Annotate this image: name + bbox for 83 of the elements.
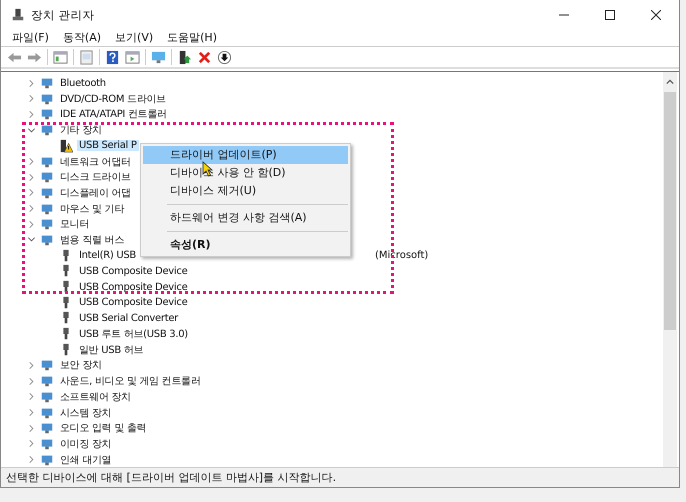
device-update-icon[interactable]: [177, 50, 192, 65]
chevron-right-icon[interactable]: [27, 220, 36, 229]
menu-item[interactable]: 하드웨어 변경 사항 검색(A): [143, 209, 348, 228]
tree-item[interactable]: USB Composite Device: [77, 297, 190, 308]
device-icon: [40, 374, 54, 388]
chevron-right-icon[interactable]: [27, 360, 36, 370]
download-circle-icon[interactable]: [217, 50, 232, 65]
device-icon: [40, 154, 54, 169]
scrollbar[interactable]: [663, 72, 677, 468]
tree-item[interactable]: USB Composite Device: [77, 282, 190, 293]
device-icon: [40, 406, 54, 420]
chevron-right-icon[interactable]: [27, 172, 36, 182]
chevron-right-icon[interactable]: [27, 94, 36, 104]
scrollbar-thumb[interactable]: [664, 92, 676, 330]
panel-icon[interactable]: [125, 50, 140, 65]
device-icon: [40, 76, 54, 90]
status-text: 선택한 디바이스에 대해 [드라이버 업데이트 마법사]를 시작합니다.: [6, 470, 336, 486]
maximize-icon: [605, 10, 615, 20]
device-icon: [40, 170, 54, 184]
chevron-right-icon[interactable]: [27, 455, 36, 464]
monitor-icon[interactable]: [151, 50, 166, 65]
chevron-right-icon[interactable]: [27, 392, 36, 402]
help-icon[interactable]: [105, 50, 120, 65]
close-icon: [651, 10, 661, 20]
chevron-right-icon[interactable]: [27, 110, 36, 119]
menu-item[interactable]: 드라이버 업데이트(P): [143, 146, 348, 164]
device-icon: [40, 436, 54, 451]
tree-item[interactable]: IDE ATA/ATAPI 컨트롤러: [58, 107, 169, 122]
menu-item[interactable]: 보기(V): [115, 30, 154, 46]
chevron-right-icon[interactable]: [27, 424, 36, 433]
tree-item[interactable]: 소프트웨어 장치: [58, 390, 133, 404]
tree-item[interactable]: 모니터: [58, 217, 92, 232]
tree-item[interactable]: 인쇄 대기열: [58, 452, 114, 467]
tree-item[interactable]: 사운드, 비디오 및 게임 컨트롤러: [58, 374, 202, 388]
window-title: 장치 관리자: [31, 8, 95, 22]
device-icon: [40, 123, 54, 138]
chevron-right-icon[interactable]: [27, 376, 36, 386]
tree-item[interactable]: 범용 직렬 버스: [58, 232, 126, 247]
device-icon: [40, 358, 54, 372]
menu-item[interactable]: 디바이스 제거(U): [143, 182, 348, 200]
tree-item[interactable]: 마우스 및 기타: [58, 202, 126, 216]
device-icon: [40, 421, 54, 436]
device-icon: [40, 452, 54, 467]
tree-item[interactable]: 네트워크 어댑터: [58, 154, 133, 169]
tree-item[interactable]: USB 루트 허브(USB 3.0): [77, 327, 190, 342]
tree-item[interactable]: USB Serial Converter: [77, 312, 180, 324]
device-icon: [40, 202, 54, 216]
tree-item[interactable]: Bluetooth: [58, 78, 108, 89]
tree-item[interactable]: 일반 USB 허브: [77, 342, 146, 357]
chevron-right-icon[interactable]: [27, 408, 36, 418]
tree-item[interactable]: Intel(R) USB: [77, 250, 138, 262]
chevron-right-icon[interactable]: [27, 439, 36, 448]
tree-item[interactable]: 시스템 장치: [58, 406, 114, 420]
menu-item[interactable]: 동작(A): [62, 30, 102, 46]
delete-x-icon[interactable]: [197, 50, 212, 65]
device-icon: [40, 232, 54, 247]
chevron-right-icon[interactable]: [27, 188, 36, 198]
tree-item[interactable]: 디스플레이 어댑: [58, 186, 133, 200]
tree-item[interactable]: 기타 장치: [58, 123, 104, 138]
tree-item-text: (Microsoft): [375, 250, 428, 262]
device-icon: [40, 186, 54, 200]
menu-item[interactable]: 파일(F): [12, 30, 49, 46]
tree-item[interactable]: 보안 장치: [58, 358, 104, 372]
chevron-right-icon[interactable]: [27, 157, 36, 166]
scroll-up-icon[interactable]: [666, 79, 674, 86]
tree-item[interactable]: DVD/CD-ROM 드라이브: [58, 92, 168, 106]
chevron-right-icon[interactable]: [27, 204, 36, 214]
device-icon: [40, 107, 54, 122]
menu-item[interactable]: 속성(R): [143, 236, 348, 254]
menu-item[interactable]: 도움말(H): [167, 30, 217, 46]
document-icon[interactable]: [79, 50, 94, 65]
panel-icon[interactable]: [53, 50, 68, 65]
computer-icon: [11, 8, 25, 22]
tree-item[interactable]: 이미징 장치: [58, 436, 114, 451]
tree-item[interactable]: USB Composite Device: [77, 266, 190, 277]
chevron-down-icon[interactable]: [27, 126, 36, 135]
tree-item[interactable]: 오디오 입력 및 출력: [58, 421, 148, 436]
device-icon: [40, 92, 54, 106]
tree-item[interactable]: USB Serial P: [77, 140, 139, 152]
tree-item[interactable]: 디스크 드라이브: [58, 170, 133, 184]
chevron-right-icon[interactable]: [27, 78, 36, 88]
device-icon: [40, 390, 54, 404]
device-icon: [40, 217, 54, 232]
